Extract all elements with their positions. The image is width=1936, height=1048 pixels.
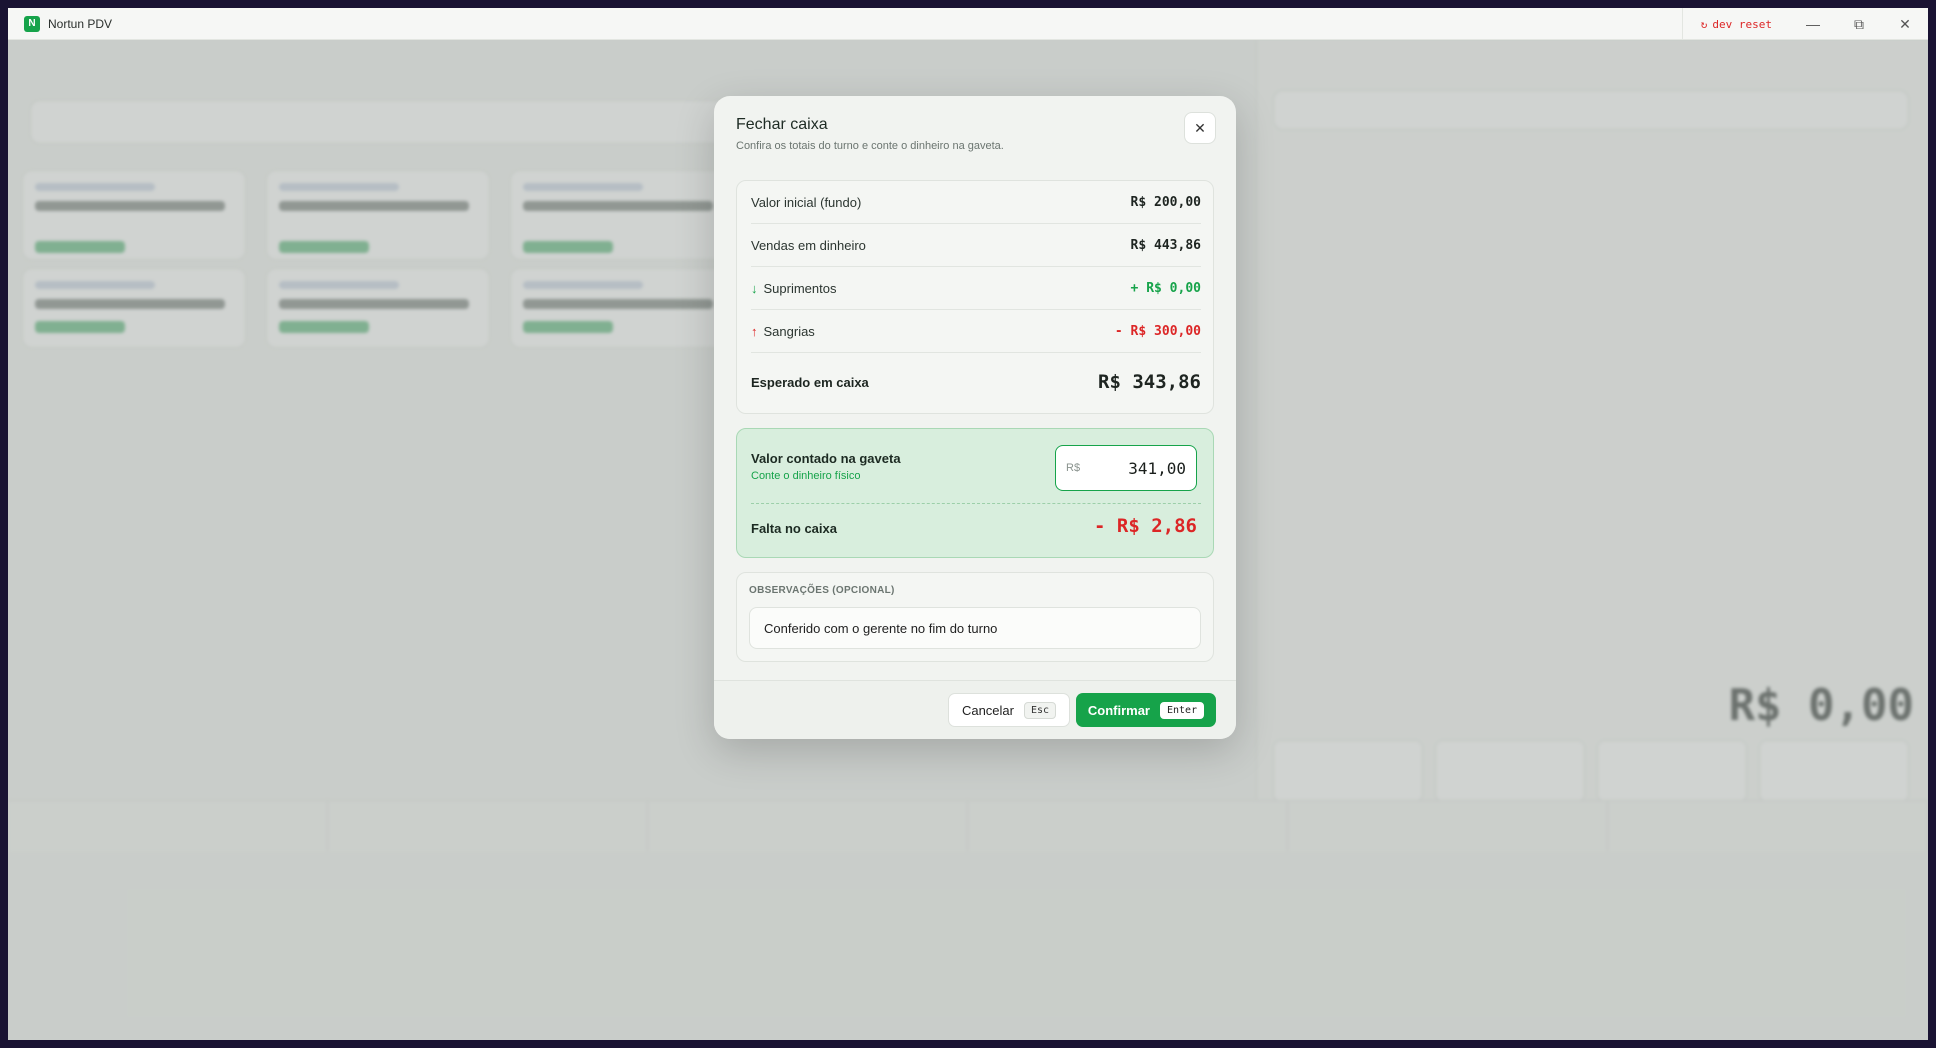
shortage-label: Falta no caixa (751, 521, 837, 536)
expected-label: Esperado em caixa (751, 374, 869, 390)
cancel-label: Cancelar (961, 702, 1014, 718)
app-title: Nortun PDV (48, 16, 113, 31)
shortage-value: - R$ 2,86 (1094, 515, 1197, 537)
modal-close-button[interactable]: ✕ (1184, 112, 1216, 144)
notes-section: OBSERVAÇÕES (OPCIONAL) (736, 572, 1214, 662)
summary-row-expected: Esperado em caixa R$ 343,86 (751, 354, 1201, 410)
counted-title: Valor contado na gaveta (751, 451, 901, 466)
notes-label: OBSERVAÇÕES (OPCIONAL) (749, 585, 895, 596)
modal-subtitle: Confira os totais do turno e conte o din… (736, 140, 1004, 152)
title-bar: N Nortun PDV ↻ dev reset — ⧉ ✕ (8, 8, 1928, 40)
summary-row-withdrawals: ↑ Sangrias - R$ 300,00 (751, 310, 1201, 353)
supplies-value: + R$ 0,00 (1130, 280, 1201, 296)
window-close-button[interactable]: ✕ (1882, 8, 1928, 40)
summary-row-initial: Valor inicial (fundo) R$ 200,00 (751, 181, 1201, 224)
dev-reset-button[interactable]: ↻ dev reset (1681, 8, 1790, 40)
initial-value: R$ 200,00 (1130, 194, 1201, 210)
esc-shortcut-badge: Esc (1023, 701, 1057, 719)
minimize-button[interactable]: — (1790, 8, 1836, 40)
close-register-modal: Fechar caixa Confira os totais do turno … (714, 96, 1236, 739)
shift-summary: Valor inicial (fundo) R$ 200,00 Vendas e… (736, 180, 1214, 414)
cash-sales-label: Vendas em dinheiro (751, 237, 866, 253)
arrow-down-icon: ↓ (751, 280, 758, 296)
app-logo: N (24, 15, 40, 32)
reset-icon: ↻ (1700, 17, 1708, 31)
notes-input[interactable] (749, 607, 1201, 649)
summary-row-supplies: ↓ Suprimentos + R$ 0,00 (751, 267, 1201, 310)
counted-amount-field[interactable]: R$ (1055, 445, 1197, 491)
initial-label: Valor inicial (fundo) (751, 194, 862, 210)
supplies-label: Suprimentos (763, 280, 837, 296)
counted-divider (751, 503, 1201, 504)
arrow-up-icon: ↑ (751, 323, 758, 339)
cash-sales-value: R$ 443,86 (1130, 237, 1201, 253)
dev-reset-label: dev reset (1712, 17, 1772, 31)
app-window: N Nortun PDV ↻ dev reset — ⧉ ✕ R$ 0,00 F… (8, 8, 1928, 1040)
enter-shortcut-badge: Enter (1160, 701, 1205, 719)
counted-amount-input[interactable] (1080, 458, 1186, 478)
confirm-label: Confirmar (1087, 702, 1150, 718)
cancel-button[interactable]: Cancelar Esc (948, 693, 1070, 727)
restore-button[interactable]: ⧉ (1836, 8, 1882, 40)
close-icon: ✕ (1194, 119, 1206, 136)
modal-title: Fechar caixa (736, 116, 828, 133)
modal-footer: Cancelar Esc Confirmar Enter (714, 680, 1236, 739)
counted-cash-panel: Valor contado na gaveta Conte o dinheiro… (736, 428, 1214, 558)
confirm-button[interactable]: Confirmar Enter (1076, 693, 1216, 727)
counted-hint: Conte o dinheiro físico (751, 470, 861, 482)
withdrawals-value: - R$ 300,00 (1114, 323, 1201, 339)
expected-value: R$ 343,86 (1098, 371, 1201, 393)
withdrawals-label: Sangrias (763, 323, 815, 339)
summary-row-cash-sales: Vendas em dinheiro R$ 443,86 (751, 224, 1201, 267)
currency-prefix: R$ (1066, 462, 1081, 474)
